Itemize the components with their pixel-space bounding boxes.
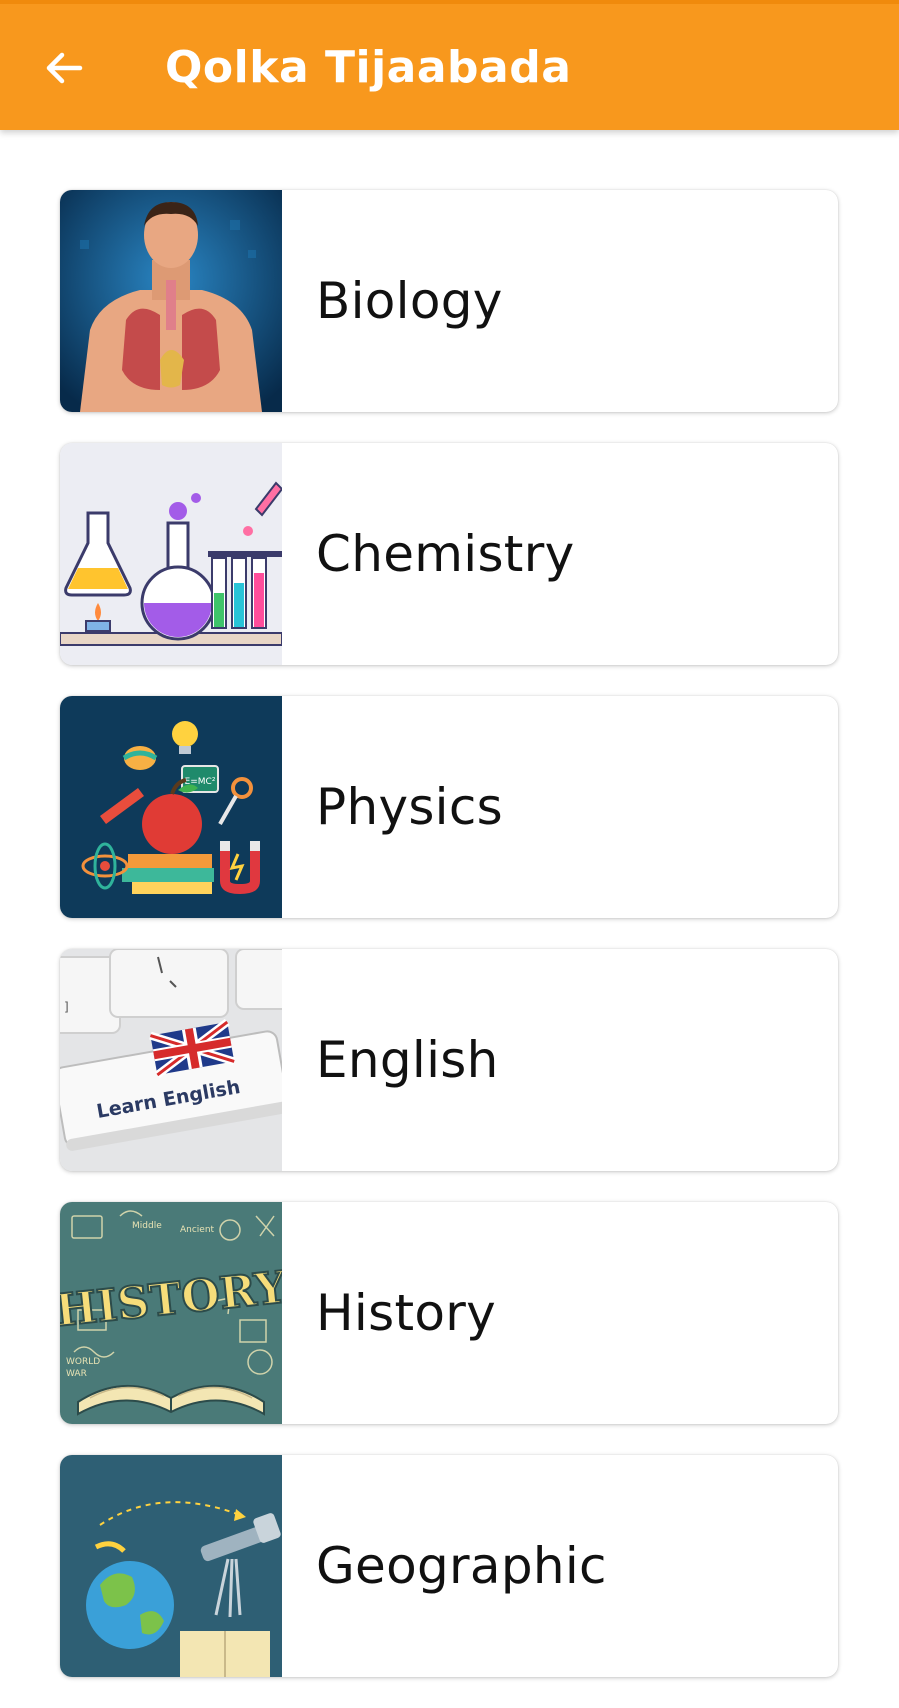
subject-list: Biology Chemistry E=MC² Physics] Learn …: [60, 190, 838, 1708]
chemistry-image: [60, 443, 282, 665]
history-image: Middle Ancient WORLD WAR HISTORY: [60, 1202, 282, 1424]
subject-label: Biology: [316, 272, 503, 330]
app-bar: Qolka Tijaabada: [0, 0, 899, 130]
english-image: ] Learn English: [60, 949, 282, 1171]
arrow-left-icon: [46, 52, 83, 84]
subject-label: Chemistry: [316, 525, 575, 583]
subject-card-history[interactable]: Middle Ancient WORLD WAR HISTORY History: [60, 1202, 838, 1424]
physics-image: E=MC²: [60, 696, 282, 918]
page-title: Qolka Tijaabada: [165, 42, 572, 93]
svg-text:]: ]: [64, 1000, 69, 1014]
geographic-image: [60, 1455, 282, 1677]
status-strip: [0, 0, 899, 4]
subject-card-biology[interactable]: Biology: [60, 190, 838, 412]
biology-image: [60, 190, 282, 412]
svg-text:Ancient: Ancient: [180, 1225, 215, 1235]
svg-text:WORLD: WORLD: [66, 1357, 100, 1367]
back-button[interactable]: [36, 40, 92, 96]
svg-text:Middle: Middle: [132, 1221, 162, 1231]
svg-text:WAR: WAR: [66, 1369, 87, 1379]
subject-label: English: [316, 1031, 499, 1089]
subject-label: Physics: [316, 778, 504, 836]
subject-label: Geographic: [316, 1537, 607, 1595]
subject-card-geographic[interactable]: Geographic: [60, 1455, 838, 1677]
subject-label: History: [316, 1284, 496, 1342]
subject-card-english[interactable]: ] Learn English English: [60, 949, 838, 1171]
subject-card-chemistry[interactable]: Chemistry: [60, 443, 838, 665]
subject-card-physics[interactable]: E=MC² Physics: [60, 696, 838, 918]
